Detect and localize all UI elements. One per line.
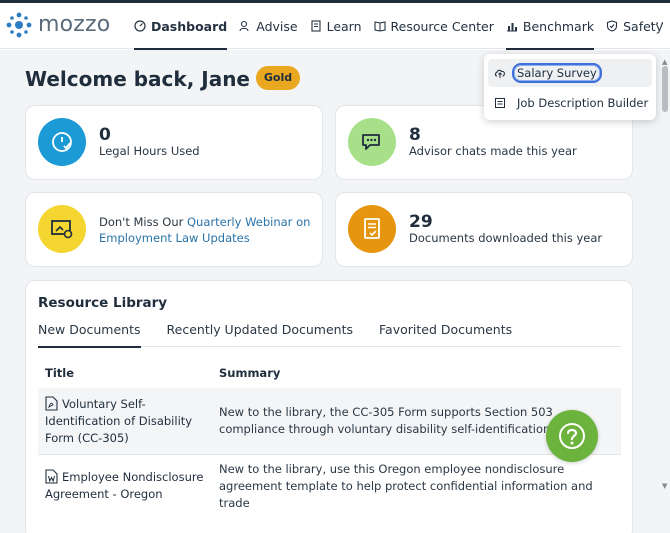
page-title: Welcome back, Jane: [25, 67, 250, 91]
word-file-icon: [45, 469, 58, 484]
logo-mark-icon: [6, 12, 32, 38]
clock-check-icon: [52, 132, 72, 152]
document-title-link[interactable]: Voluntary Self-Identification of Disabil…: [45, 397, 192, 445]
resource-library-panel: Resource Library New Documents Recently …: [25, 280, 633, 533]
question-mark-icon: [559, 423, 585, 449]
book-icon: [311, 20, 321, 32]
stat-circle: [38, 118, 86, 166]
nav-label: Benchmark: [522, 18, 595, 34]
document-title-link[interactable]: Employee Nondisclosure Agreement - Orego…: [45, 470, 203, 501]
section-title: Resource Library: [38, 295, 168, 311]
stat-card-documents[interactable]: 29 Documents downloaded this year: [335, 192, 633, 267]
stat-value: 29: [409, 212, 433, 232]
shield-icon: [607, 20, 618, 32]
tab-favorited-documents[interactable]: Favorited Documents: [379, 321, 512, 347]
nav-label: Learn: [326, 18, 362, 34]
tab-new-documents[interactable]: New Documents: [38, 321, 141, 348]
nav-benchmark[interactable]: Benchmark: [500, 3, 600, 50]
screen-play-icon: [51, 220, 73, 239]
logo[interactable]: mozzo: [6, 12, 110, 38]
document-list-icon: [495, 98, 505, 108]
column-header-summary: Summary: [219, 366, 281, 380]
nav-learn[interactable]: Learn: [304, 3, 368, 49]
menu-item-job-description-builder[interactable]: Job Description Builder: [488, 89, 652, 117]
nav-dashboard[interactable]: Dashboard: [128, 3, 233, 50]
nav-label: Advise: [256, 18, 298, 34]
nav-label: Resource Center: [390, 18, 494, 34]
logo-text: mozzo: [38, 12, 111, 37]
document-title-cell: Employee Nondisclosure Agreement - Orego…: [45, 469, 210, 503]
webinar-promo-card: Don't Miss Our Quarterly Webinar on Empl…: [25, 192, 323, 267]
person-search-icon: [239, 20, 249, 32]
main-nav: Dashboard Advise Learn Resource Center B…: [128, 3, 669, 50]
page-scrollbar[interactable]: [660, 50, 670, 533]
document-summary: New to the library, use this Oregon empl…: [219, 462, 593, 510]
top-navigation-bar: mozzo Dashboard Advise Learn Resource Ce…: [0, 3, 670, 50]
stat-circle: [348, 205, 396, 253]
promo-text: Don't Miss Our Quarterly Webinar on Empl…: [99, 214, 319, 246]
gauge-icon: [134, 20, 146, 32]
scroll-down-arrow-icon[interactable]: ▼: [662, 482, 667, 490]
pdf-file-icon: [45, 396, 58, 411]
stat-value: 8: [409, 125, 421, 145]
help-button[interactable]: [546, 410, 598, 462]
more-menu-button[interactable]: ···: [650, 17, 665, 32]
column-header-title: Title: [45, 366, 75, 380]
dashboard-main: Welcome back, Jane Gold 0 Legal Hours Us…: [0, 50, 660, 533]
nav-advise[interactable]: Advise: [233, 3, 303, 49]
promo-prefix: Don't Miss Our: [99, 215, 187, 229]
scroll-up-arrow-icon[interactable]: ▲: [662, 58, 667, 66]
chat-bubbles-icon: [362, 134, 380, 150]
cloud-upload-icon: [494, 69, 505, 78]
menu-item-label: Salary Survey: [512, 63, 602, 83]
library-tabs: New Documents Recently Updated Documents…: [38, 321, 621, 348]
open-book-icon: [373, 21, 386, 32]
stat-label: Documents downloaded this year: [409, 231, 603, 245]
stat-circle: [38, 205, 86, 253]
nav-label: Dashboard: [151, 18, 228, 34]
menu-item-salary-survey[interactable]: Salary Survey: [488, 59, 652, 87]
document-check-icon: [364, 218, 380, 239]
stat-circle: [348, 118, 396, 166]
stat-card-legal-hours[interactable]: 0 Legal Hours Used: [25, 105, 323, 180]
tier-badge: Gold: [256, 66, 300, 90]
menu-item-label: Job Description Builder: [517, 96, 649, 110]
document-title-cell: Voluntary Self-Identification of Disabil…: [45, 396, 210, 447]
table-row[interactable]: Employee Nondisclosure Agreement - Orego…: [38, 454, 621, 514]
table-row[interactable]: Voluntary Self-Identification of Disabil…: [38, 388, 621, 454]
benchmark-dropdown-menu: Salary Survey Job Description Builder: [484, 54, 656, 120]
stat-value: 0: [99, 125, 111, 145]
stat-label: Legal Hours Used: [99, 144, 200, 158]
bar-chart-icon: [506, 23, 517, 32]
stat-label: Advisor chats made this year: [409, 144, 577, 158]
tab-recently-updated-documents[interactable]: Recently Updated Documents: [167, 321, 354, 347]
scrollbar-thumb[interactable]: [662, 66, 668, 112]
nav-resource-center[interactable]: Resource Center: [368, 3, 500, 49]
